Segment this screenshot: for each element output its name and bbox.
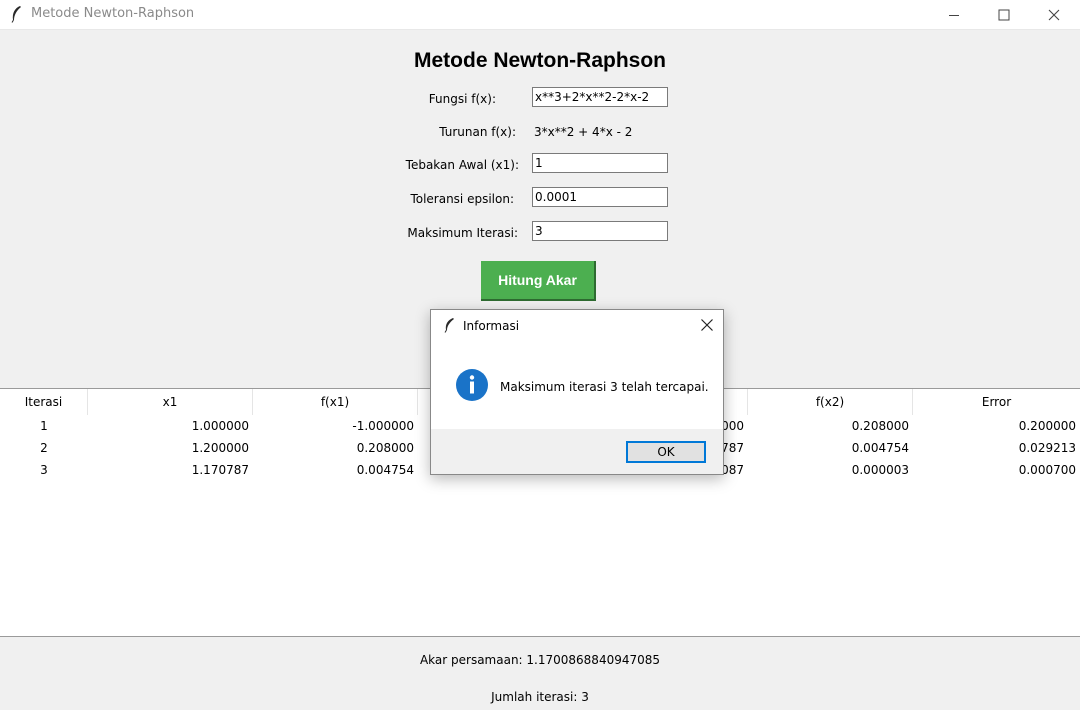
column-header-x1[interactable]: x1 [88, 389, 253, 415]
cell-iterasi: 2 [40, 441, 48, 455]
max-iter-label: Maksimum Iterasi: [407, 226, 518, 240]
cell-iterasi: 1 [40, 419, 48, 433]
tolerance-label: Toleransi epsilon: [410, 192, 514, 206]
app-feather-icon [11, 6, 21, 23]
cell-fx2: 0.004754 [851, 441, 909, 455]
dialog-message: Maksimum iterasi 3 telah tercapai. [500, 380, 709, 394]
derivative-value: 3*x**2 + 4*x - 2 [534, 125, 633, 139]
column-header-fx1[interactable]: f(x1) [253, 389, 418, 415]
cell-fx1: 0.004754 [356, 463, 414, 477]
tolerance-input[interactable] [532, 187, 668, 207]
cell-fx1: 0.208000 [356, 441, 414, 455]
cell-x1: 1.200000 [191, 441, 249, 455]
ok-button[interactable]: OK [626, 441, 706, 463]
cell-iterasi: 3 [40, 463, 48, 477]
cell-x1: 1.000000 [191, 419, 249, 433]
root-result: Akar persamaan: 1.1700868840947085 [419, 653, 661, 667]
compute-root-button[interactable]: Hitung Akar [481, 261, 596, 301]
info-icon [456, 369, 488, 401]
iteration-count: Jumlah iterasi: 3 [491, 690, 589, 704]
column-header-iterasi[interactable]: Iterasi [0, 389, 88, 415]
maximize-icon[interactable] [981, 0, 1027, 29]
cell-fx2: 0.208000 [851, 419, 909, 433]
cell-error: 0.200000 [1018, 419, 1076, 433]
cell-error: 0.029213 [1018, 441, 1076, 455]
window-titlebar: Metode Newton-Raphson [0, 0, 1080, 30]
function-label: Fungsi f(x): [428, 92, 496, 106]
cell-fx2: 0.000003 [851, 463, 909, 477]
column-header-error[interactable]: Error [913, 389, 1080, 415]
close-icon[interactable] [1031, 0, 1077, 29]
info-dialog: Informasi Maksimum iterasi 3 telah terca… [430, 309, 724, 475]
window-title: Metode Newton-Raphson [31, 6, 195, 21]
dialog-close-icon[interactable] [699, 317, 715, 333]
cell-error: 0.000700 [1018, 463, 1076, 477]
page-title: Metode Newton-Raphson [414, 49, 666, 72]
dialog-feather-icon [444, 318, 454, 333]
cell-fx1: -1.000000 [352, 419, 414, 433]
max-iter-input[interactable] [532, 221, 668, 241]
minimize-icon[interactable] [931, 0, 977, 29]
function-input[interactable] [532, 87, 668, 107]
initial-guess-input[interactable] [532, 153, 668, 173]
column-header-fx2[interactable]: f(x2) [748, 389, 913, 415]
dialog-footer: OK [431, 429, 723, 474]
cell-x1: 1.170787 [191, 463, 249, 477]
derivative-label: Turunan f(x): [439, 125, 516, 139]
dialog-title: Informasi [463, 319, 520, 333]
initial-guess-label: Tebakan Awal (x1): [405, 158, 519, 172]
